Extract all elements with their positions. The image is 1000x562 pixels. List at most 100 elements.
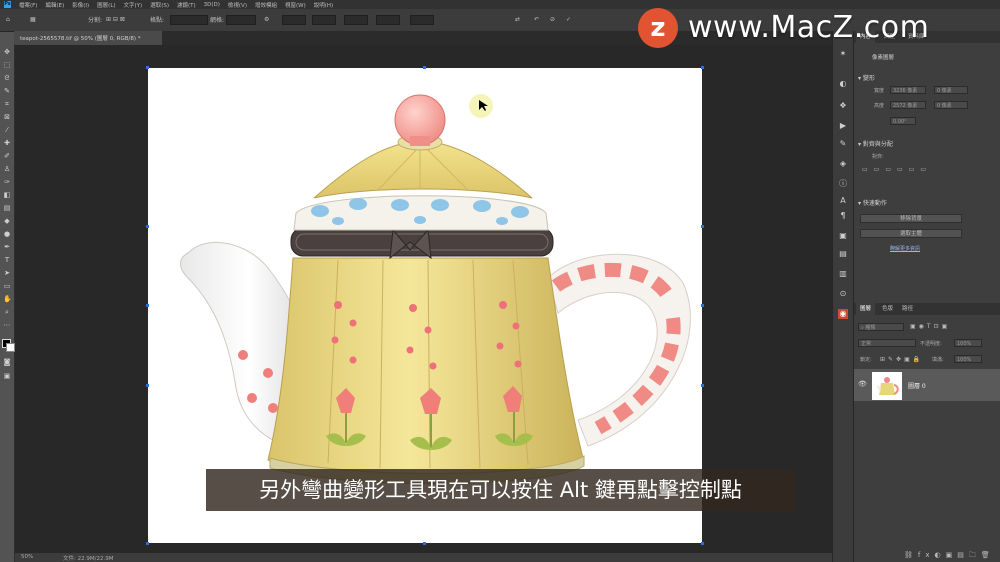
menu-filter[interactable]: 濾鏡(T) xyxy=(177,1,196,9)
quick-actions-section[interactable]: ▾ 快速動作 xyxy=(858,198,887,207)
menu-view[interactable]: 檢視(V) xyxy=(228,1,247,9)
opacity-field[interactable]: 100% xyxy=(954,339,982,347)
watermark-text: www.MacZ.com xyxy=(688,10,930,45)
align-section[interactable]: ▾ 對齊與分配 xyxy=(858,139,893,148)
more-tools-icon[interactable]: ⋯ xyxy=(3,321,11,329)
opacity-label: 不透明度: xyxy=(920,341,942,347)
menu-edit[interactable]: 編輯(E) xyxy=(45,1,64,9)
photoshop-logo-icon[interactable]: Ps xyxy=(4,1,11,8)
grid-label: 格點: xyxy=(150,17,165,24)
actions-icon[interactable]: ▶ xyxy=(838,121,848,131)
switch-transform-icon[interactable]: ⇄ xyxy=(515,13,520,26)
glyphs-icon[interactable]: ▣ xyxy=(838,231,848,241)
learn-more-link[interactable]: 瞭解更多資訊 xyxy=(890,245,920,252)
height-field[interactable]: 2572 像素 xyxy=(890,101,926,109)
menu-select[interactable]: 選取(S) xyxy=(150,1,169,9)
menu-help[interactable]: 說明(H) xyxy=(314,1,333,9)
align-buttons[interactable]: ▭▭▭▭▭▭ xyxy=(862,166,932,173)
adobe-stock-icon[interactable]: ◉ xyxy=(838,309,848,319)
character-icon[interactable]: A xyxy=(838,196,848,206)
width-field[interactable]: 3236 像素 xyxy=(890,86,926,94)
menu-3d[interactable]: 3D(D) xyxy=(204,2,220,8)
split-buttons[interactable]: ⊞ ⊟ ⊠ xyxy=(106,13,125,26)
tab-paths[interactable]: 路徑 xyxy=(898,303,917,315)
menu-plugins[interactable]: 增效模組 xyxy=(255,1,277,9)
warp-field-5[interactable] xyxy=(410,13,434,26)
align-section-label: 對齊與分配 xyxy=(862,141,893,148)
zoom-tool-icon[interactable]: ⌕ xyxy=(3,308,11,316)
warp-gear-icon[interactable]: ⚙ xyxy=(264,13,269,26)
home-icon[interactable]: ⌂ xyxy=(6,13,10,26)
patterns-icon[interactable]: ⊙ xyxy=(838,289,848,299)
fill-field[interactable]: 100% xyxy=(954,355,982,363)
layer-kind-filter[interactable]: ⌕ 種類 xyxy=(858,323,904,331)
menu-file[interactable]: 檔案(F) xyxy=(19,1,37,9)
pen-tool-icon[interactable]: ✒ xyxy=(3,243,11,251)
layer-bottom-actions[interactable]: ⛓fx◐▣▤🗀🗑 xyxy=(904,551,995,562)
lock-icons[interactable]: ⊞✎✥▣🔒 xyxy=(880,356,923,363)
history-icon[interactable]: ✶ xyxy=(838,49,848,59)
tab-channels[interactable]: 色版 xyxy=(878,303,897,315)
transform-section[interactable]: ▾ 變形 xyxy=(858,73,875,82)
warp-field-2[interactable] xyxy=(312,13,336,26)
clone-stamp-tool-icon[interactable]: ♙ xyxy=(3,165,11,173)
quick-mask-icon[interactable]: ◙ xyxy=(3,358,11,366)
dodge-tool-icon[interactable]: ● xyxy=(3,230,11,238)
layer-row[interactable]: 👁 圖層 0 xyxy=(854,369,1000,401)
screen-mode-icon[interactable]: ▣ xyxy=(3,372,11,380)
frame-tool-icon[interactable]: ⊠ xyxy=(3,113,11,121)
eyedropper-tool-icon[interactable]: ⁄ xyxy=(3,126,11,134)
angle-field[interactable]: 0.00° xyxy=(890,117,916,125)
undo-icon[interactable]: ↶ xyxy=(534,13,539,26)
visibility-eye-icon[interactable]: 👁 xyxy=(858,380,867,388)
swatches-icon[interactable]: ▤ xyxy=(838,249,848,259)
info-icon[interactable]: ⓘ xyxy=(838,179,848,189)
grid-select[interactable] xyxy=(170,13,208,26)
rectangle-tool-icon[interactable]: ▭ xyxy=(3,282,11,290)
gradient-tool-icon[interactable]: ▤ xyxy=(3,204,11,212)
marquee-tool-icon[interactable]: ⬚ xyxy=(3,61,11,69)
zoom-level[interactable]: 50% xyxy=(21,554,33,560)
background-color-swatch[interactable] xyxy=(6,343,15,352)
mode-select[interactable] xyxy=(226,13,256,26)
navigator-icon[interactable]: ❖ xyxy=(838,101,848,111)
brushes-icon[interactable]: ✎ xyxy=(838,139,848,149)
remove-background-button[interactable]: 移除背景 xyxy=(860,214,962,223)
commit-check-icon[interactable]: ✓ xyxy=(566,13,571,26)
menu-layer[interactable]: 圖層(L) xyxy=(97,1,115,9)
fill-label: 填滿: xyxy=(932,357,944,363)
blend-mode-select[interactable]: 正常 xyxy=(858,339,916,347)
crop-tool-icon[interactable]: ⌗ xyxy=(3,100,11,108)
blur-tool-icon[interactable]: ◆ xyxy=(3,217,11,225)
document-info[interactable]: 文件: 22.9M/22.9M xyxy=(63,554,113,562)
eraser-tool-icon[interactable]: ◧ xyxy=(3,191,11,199)
color-icon[interactable]: ◐ xyxy=(838,79,848,89)
menu-type[interactable]: 文字(Y) xyxy=(124,1,143,9)
styles-icon[interactable]: ▥ xyxy=(838,269,848,279)
paragraph-icon[interactable]: ¶ xyxy=(838,211,848,221)
warp-field-4[interactable] xyxy=(376,13,400,26)
x-field[interactable]: 0 像素 xyxy=(934,86,968,94)
clone-source-icon[interactable]: ◈ xyxy=(838,159,848,169)
quick-select-tool-icon[interactable]: ✎ xyxy=(3,87,11,95)
lasso-tool-icon[interactable]: ᘓ xyxy=(3,74,11,82)
brush-tool-icon[interactable]: ✐ xyxy=(3,152,11,160)
type-tool-icon[interactable]: T xyxy=(3,256,11,264)
menu-image[interactable]: 影像(I) xyxy=(72,1,89,9)
warp-field-1[interactable] xyxy=(282,13,306,26)
y-field[interactable]: 0 像素 xyxy=(934,101,968,109)
cancel-icon[interactable]: ⊘ xyxy=(550,13,555,26)
select-subject-button[interactable]: 選取主體 xyxy=(860,229,962,238)
warp-tool-icon[interactable]: ▦ xyxy=(30,13,36,26)
layer-name[interactable]: 圖層 0 xyxy=(908,381,926,390)
layer-filter-icons[interactable]: ▣◉T⊡▣ xyxy=(910,323,950,330)
healing-brush-tool-icon[interactable]: ✚ xyxy=(3,139,11,147)
history-brush-tool-icon[interactable]: ✑ xyxy=(3,178,11,186)
path-select-tool-icon[interactable]: ➤ xyxy=(3,269,11,277)
document-tab[interactable]: teapot-2565578.tif @ 50% (圖層 0, RGB/8) * xyxy=(14,31,162,45)
menu-window[interactable]: 視窗(W) xyxy=(285,1,306,9)
warp-field-3[interactable] xyxy=(344,13,368,26)
tab-layers[interactable]: 圖層 xyxy=(856,303,876,315)
hand-tool-icon[interactable]: ✋ xyxy=(3,295,12,303)
move-tool-icon[interactable]: ✥ xyxy=(3,48,11,56)
